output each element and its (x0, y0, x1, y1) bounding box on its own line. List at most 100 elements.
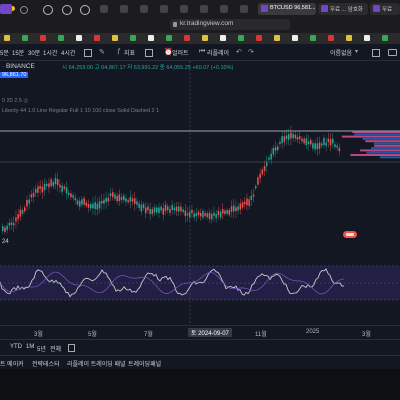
candle-body (202, 210, 204, 218)
candle-body (327, 138, 330, 142)
candle-body (266, 162, 268, 166)
fullscreen-icon[interactable] (372, 49, 380, 57)
volume-profile-bar (379, 156, 400, 159)
chevron-down-icon[interactable]: ▾ (355, 48, 358, 55)
candle-body (13, 223, 15, 226)
tab-3[interactable]: 무료 (370, 3, 400, 15)
candle-body (173, 207, 176, 211)
time-axis[interactable]: 3월 5월 7월 토 2024-09-07 11월 2025 3월 (0, 325, 400, 340)
bottom-panel-tabs: 트 메이커 전략테스터 리플레이 트레이딩 패널 트레이딩패널 (0, 355, 400, 370)
camera-icon[interactable] (388, 49, 397, 56)
candle-body (296, 136, 299, 140)
redo-icon[interactable]: ↷ (248, 48, 254, 56)
purple-tab-icon[interactable] (0, 4, 12, 14)
range-ytd[interactable]: YTD (10, 344, 22, 350)
candle-body (288, 134, 290, 140)
candle-body (21, 210, 24, 214)
candle-body (195, 213, 198, 217)
indicators-icon[interactable]: ƒ (117, 48, 121, 55)
candle-body (153, 207, 156, 213)
interval-5m[interactable]: 5분 (0, 48, 9, 57)
candle-body (299, 136, 301, 139)
tab-3-label: 무료 (382, 7, 393, 13)
candle-body (10, 222, 13, 226)
volume-profile-bar (373, 142, 400, 145)
candle-body (259, 173, 261, 179)
tab-2[interactable]: 무료 ... 암호화 (318, 3, 368, 15)
candle-body (252, 194, 255, 197)
replay-button[interactable]: 리플레이 (207, 48, 229, 57)
layout-icon[interactable] (145, 49, 153, 57)
candle-body (217, 210, 220, 216)
candle-type-icon[interactable] (84, 49, 92, 57)
interval-4h[interactable]: 4시간 (61, 48, 75, 57)
candle-body (255, 186, 257, 189)
candle-body (103, 199, 105, 204)
panel-tab-strategy-tester[interactable]: 전략테스터 (32, 359, 60, 368)
candle-body (72, 195, 74, 198)
candle-body (222, 209, 224, 214)
bookmark-icons[interactable] (4, 35, 396, 42)
candle-body (54, 177, 57, 185)
candle-body (74, 197, 77, 201)
candle-body (92, 203, 94, 209)
candle-body (279, 141, 281, 144)
candle-body (186, 213, 189, 216)
compare-icon[interactable]: ✎ (99, 48, 105, 56)
candle-body (285, 135, 288, 139)
candle-body (81, 199, 83, 205)
interval-30m[interactable]: 30분 (28, 48, 40, 57)
tab-overview-icon[interactable] (20, 4, 100, 15)
alert-button[interactable]: 얼러트 (172, 48, 189, 57)
candle-body (169, 209, 171, 213)
address-bar[interactable]: kr.tradingview.com (170, 19, 290, 30)
tab-btcusd[interactable]: BTCUSD 96,581... (258, 3, 316, 15)
candle-body (219, 211, 222, 218)
candle-body (149, 208, 151, 215)
candle-body (140, 204, 143, 212)
url-text: kr.tradingview.com (180, 20, 234, 27)
layout-name[interactable]: 이름없음 (330, 48, 352, 57)
candle-body (263, 165, 266, 171)
candle-body (151, 209, 154, 215)
candle-body (26, 199, 28, 207)
candle-body (200, 212, 202, 217)
candle-body (250, 195, 253, 200)
volume-profile-bar (360, 149, 400, 152)
volume-profile-bar (354, 133, 400, 136)
calendar-icon[interactable] (68, 344, 75, 352)
indicator-line-1[interactable]: 0 20 2.5 ◎ (2, 98, 28, 104)
candle-body (46, 183, 48, 186)
indicator-line-2[interactable]: Liberty 44 1.0 Line Regular Full 1 10 10… (2, 108, 159, 114)
range-all[interactable]: 전체 (50, 344, 61, 353)
candle-body (290, 132, 292, 139)
candle-body (239, 203, 242, 210)
tab-2-label: 무료 ... 암호화 (330, 7, 363, 13)
tab-favicons[interactable] (100, 5, 250, 13)
chart-toolbar: 5분 15분 30분 1시간 4시간 ✎ ƒ 지표 ⏰ 얼러트 ⏮ 리플레이 ↶… (0, 44, 400, 61)
range-1m[interactable]: 1M (26, 344, 34, 350)
indicators-button[interactable]: 지표 (124, 48, 135, 57)
panel-tab-replay[interactable]: 리플레이 트레이딩 패널 (67, 359, 126, 368)
candle-body (224, 210, 226, 214)
panel-tab-trading[interactable]: 트레이딩패널 (128, 359, 161, 368)
interval-1h[interactable]: 1시간 (43, 48, 57, 57)
price-chart[interactable] (0, 61, 400, 325)
candle-body (39, 185, 41, 189)
candle-body (160, 206, 162, 211)
candle-body (19, 209, 22, 217)
candle-body (292, 133, 294, 139)
volume-profile-bar (371, 147, 400, 150)
panel-tab-1[interactable]: 트 메이커 (0, 359, 24, 368)
undo-icon[interactable]: ↶ (236, 48, 242, 56)
volume-profile-bar (366, 151, 400, 154)
range-5y[interactable]: 5년 (37, 344, 46, 353)
interval-15m[interactable]: 15분 (12, 48, 24, 57)
chart-area[interactable]: · BINANCE 시 64,259.00 고 64,867.17 저 63,9… (0, 61, 400, 325)
candle-body (61, 185, 63, 192)
symbol-label[interactable]: · BINANCE (2, 63, 35, 70)
candle-body (134, 198, 136, 204)
candle-body (125, 198, 127, 202)
replay-icon[interactable]: ⏮ (199, 48, 205, 56)
candle-body (59, 184, 61, 188)
